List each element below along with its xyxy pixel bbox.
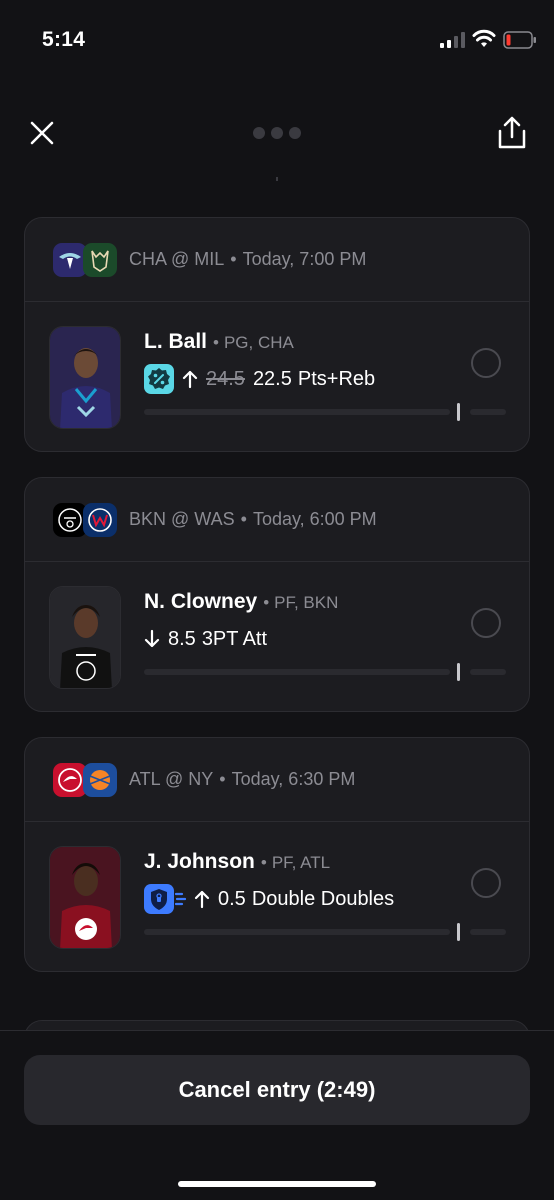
scroll-tick: [276, 177, 278, 181]
game-time: Today, 7:00 PM: [242, 249, 367, 269]
stat-type: Double Doubles: [251, 887, 395, 910]
player-photo: [49, 326, 121, 429]
team-logo-was: [83, 503, 117, 537]
team-logo-ny: [83, 763, 117, 797]
status-time: 5:14: [42, 28, 86, 51]
original-line: 24.5: [206, 367, 245, 390]
select-radio[interactable]: [471, 868, 501, 898]
player-name: N. Clowney: [144, 590, 258, 613]
matchup-text: ATL @ NY: [129, 769, 214, 789]
game-time: Today, 6:30 PM: [231, 769, 356, 789]
game-time: Today, 6:00 PM: [252, 509, 377, 529]
discount-badge-icon: [144, 364, 174, 394]
projection-row: 8.5 3PT Att: [144, 624, 267, 654]
line-value: 8.5: [168, 627, 196, 650]
game-progress-bar: [144, 403, 506, 421]
team-logo-mil: [83, 243, 117, 277]
player-name: L. Ball: [144, 330, 208, 353]
select-radio[interactable]: [471, 608, 501, 638]
pick-card: BKN @ WAS • Today, 6:00 PM N. Clowney • PF, …: [24, 477, 530, 712]
projection-row: 24.5 22.5 Pts+Reb: [144, 364, 375, 394]
line-value: 0.5: [218, 887, 246, 910]
game-progress-bar: [144, 923, 506, 941]
arrow-up-icon: [182, 370, 198, 389]
player-name: J. Johnson: [144, 850, 255, 873]
select-radio[interactable]: [471, 348, 501, 378]
player-position-team: PG, CHA: [223, 333, 294, 352]
matchup-text: CHA @ MIL: [129, 249, 225, 269]
player-position-team: PF, BKN: [274, 593, 339, 612]
arrow-up-icon: [194, 890, 210, 909]
home-indicator: [178, 1181, 376, 1187]
battery-low-icon: [503, 31, 536, 49]
bottom-bar: Cancel entry (2:49): [0, 1030, 554, 1200]
entry-screen: 5:14 CHA @ MIL • Today, 7:00 PM L. Ball …: [0, 0, 554, 1200]
cancel-entry-button[interactable]: Cancel entry (2:49): [24, 1055, 530, 1125]
team-logo-atl: [53, 763, 87, 797]
player-photo: [49, 846, 121, 949]
team-logo-cha: [53, 243, 87, 277]
shield-boost-badge-icon: [144, 884, 186, 914]
projection-row: 0.5 Double Doubles: [144, 884, 394, 914]
status-bar: 5:14: [0, 0, 554, 80]
player-position-team: PF, ATL: [271, 853, 331, 872]
pick-card: ATL @ NY • Today, 6:30 PM J. Johnson • PF, A…: [24, 737, 530, 972]
game-progress-bar: [144, 663, 506, 681]
card-header: BKN @ WAS • Today, 6:00 PM: [25, 478, 529, 562]
cellular-signal-icon: [440, 32, 465, 48]
pick-card: CHA @ MIL • Today, 7:00 PM L. Ball • PG, CHA: [24, 217, 530, 452]
stat-type: 3PT Att: [201, 627, 268, 650]
share-icon[interactable]: [496, 115, 528, 151]
page-dots: [253, 127, 301, 139]
close-icon[interactable]: [26, 117, 58, 149]
wifi-icon: [472, 29, 496, 47]
team-logo-bkn: [53, 503, 87, 537]
stat-type: Pts+Reb: [297, 367, 376, 390]
card-header: ATL @ NY • Today, 6:30 PM: [25, 738, 529, 822]
arrow-down-icon: [144, 629, 160, 648]
player-photo: [49, 586, 121, 689]
card-header: CHA @ MIL • Today, 7:00 PM: [25, 218, 529, 302]
line-value: 22.5: [252, 367, 292, 390]
matchup-text: BKN @ WAS: [129, 509, 235, 529]
